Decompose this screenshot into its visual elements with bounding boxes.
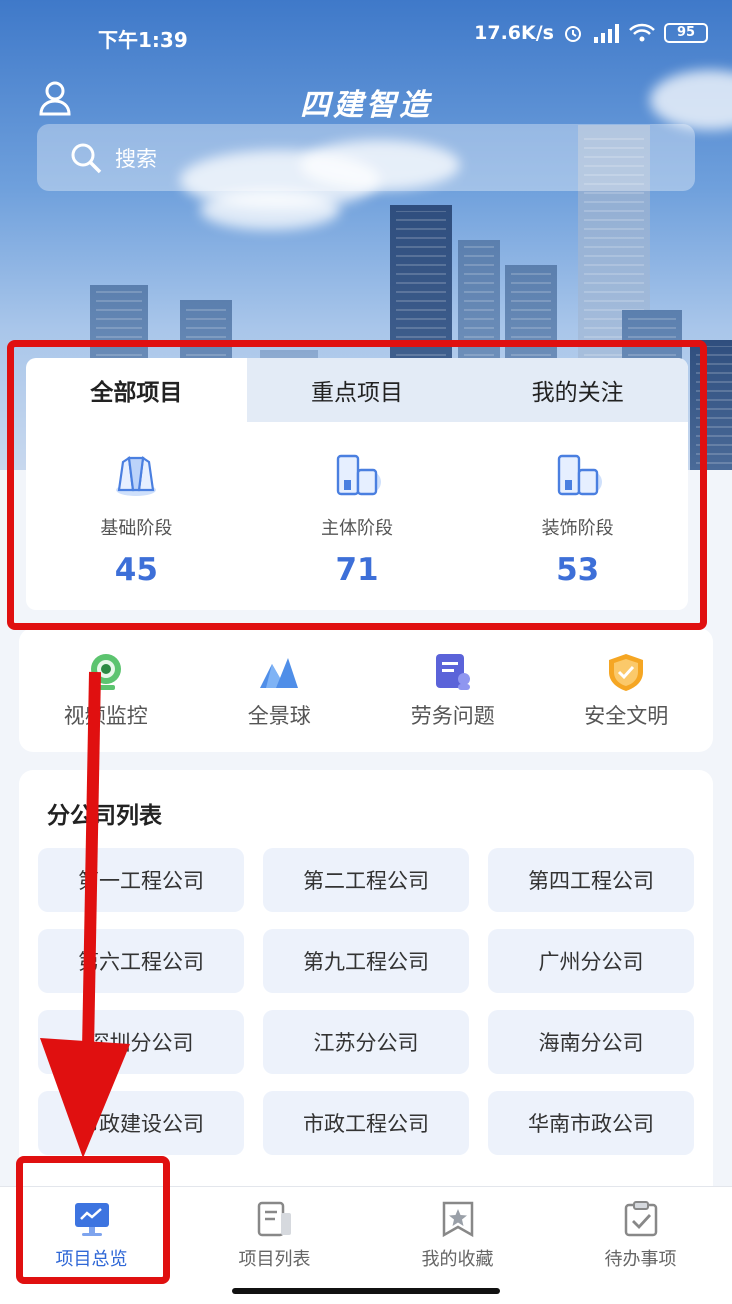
nav-label: 我的收藏 bbox=[421, 1249, 494, 1270]
list-doc-icon bbox=[257, 1201, 291, 1237]
quick-video-monitor[interactable]: 视频监控 bbox=[19, 628, 193, 752]
nav-label: 项目列表 bbox=[238, 1249, 311, 1270]
nav-project-list[interactable]: 项目列表 bbox=[183, 1187, 366, 1304]
branch-list-card: 分公司列表 第一工程公司 第二工程公司 第四工程公司 第六工程公司 第九工程公司… bbox=[19, 770, 713, 1200]
branch-item[interactable]: 第四工程公司 bbox=[488, 848, 694, 912]
bookmark-star-icon bbox=[442, 1201, 473, 1238]
alarm-icon bbox=[565, 26, 581, 42]
branch-item[interactable]: 市政工程公司 bbox=[263, 1091, 469, 1155]
highlight-box-stats bbox=[7, 340, 707, 630]
search-icon bbox=[71, 143, 102, 173]
home-indicator bbox=[232, 1288, 500, 1294]
quick-labor-issues[interactable]: 劳务问题 bbox=[366, 628, 540, 752]
clipboard-check-icon bbox=[624, 1201, 657, 1237]
nav-my-favorites[interactable]: 我的收藏 bbox=[366, 1187, 549, 1304]
labor-icon bbox=[435, 654, 470, 690]
branch-item[interactable]: 第二工程公司 bbox=[263, 848, 469, 912]
branch-item[interactable]: 第一工程公司 bbox=[38, 848, 244, 912]
status-time: 下午1:39 bbox=[98, 28, 188, 52]
branch-grid: 第一工程公司 第二工程公司 第四工程公司 第六工程公司 第九工程公司 广州分公司… bbox=[38, 848, 696, 1155]
nav-label: 待办事项 bbox=[604, 1249, 677, 1270]
panorama-icon bbox=[260, 658, 299, 688]
branch-list-title: 分公司列表 bbox=[47, 803, 162, 829]
quick-panorama[interactable]: 全景球 bbox=[193, 628, 367, 752]
search-bar[interactable]: 搜索 bbox=[37, 124, 695, 191]
branch-item[interactable]: 江苏分公司 bbox=[263, 1010, 469, 1074]
quick-label: 全景球 bbox=[247, 704, 311, 728]
search-placeholder: 搜索 bbox=[115, 146, 157, 171]
status-indicators: 17.6K/s 95 bbox=[474, 22, 708, 44]
app-title: 四建智造 bbox=[300, 88, 432, 123]
wifi-icon bbox=[629, 23, 655, 42]
branch-item[interactable]: 市政建设公司 bbox=[38, 1091, 244, 1155]
branch-item[interactable]: 第六工程公司 bbox=[38, 929, 244, 993]
branch-item[interactable]: 广州分公司 bbox=[488, 929, 694, 993]
shield-icon bbox=[609, 654, 644, 691]
branch-item[interactable]: 华南市政公司 bbox=[488, 1091, 694, 1155]
camera-icon bbox=[90, 654, 121, 690]
nav-todo[interactable]: 待办事项 bbox=[549, 1187, 732, 1304]
battery-indicator: 95 bbox=[664, 23, 708, 43]
branch-item[interactable]: 海南分公司 bbox=[488, 1010, 694, 1074]
quick-actions: 视频监控 全景球 劳务问题 安全文明 bbox=[19, 628, 713, 752]
highlight-box-nav bbox=[16, 1156, 170, 1284]
branch-item[interactable]: 第九工程公司 bbox=[263, 929, 469, 993]
status-bar: 下午1:39 17.6K/s 95 bbox=[0, 0, 732, 72]
quick-safety[interactable]: 安全文明 bbox=[540, 628, 714, 752]
signal-icon bbox=[594, 24, 619, 43]
quick-label: 视频监控 bbox=[63, 704, 148, 728]
network-speed: 17.6K/s bbox=[474, 22, 554, 44]
quick-label: 安全文明 bbox=[584, 704, 669, 728]
quick-label: 劳务问题 bbox=[410, 704, 495, 728]
branch-item[interactable]: 深圳分公司 bbox=[38, 1010, 244, 1074]
